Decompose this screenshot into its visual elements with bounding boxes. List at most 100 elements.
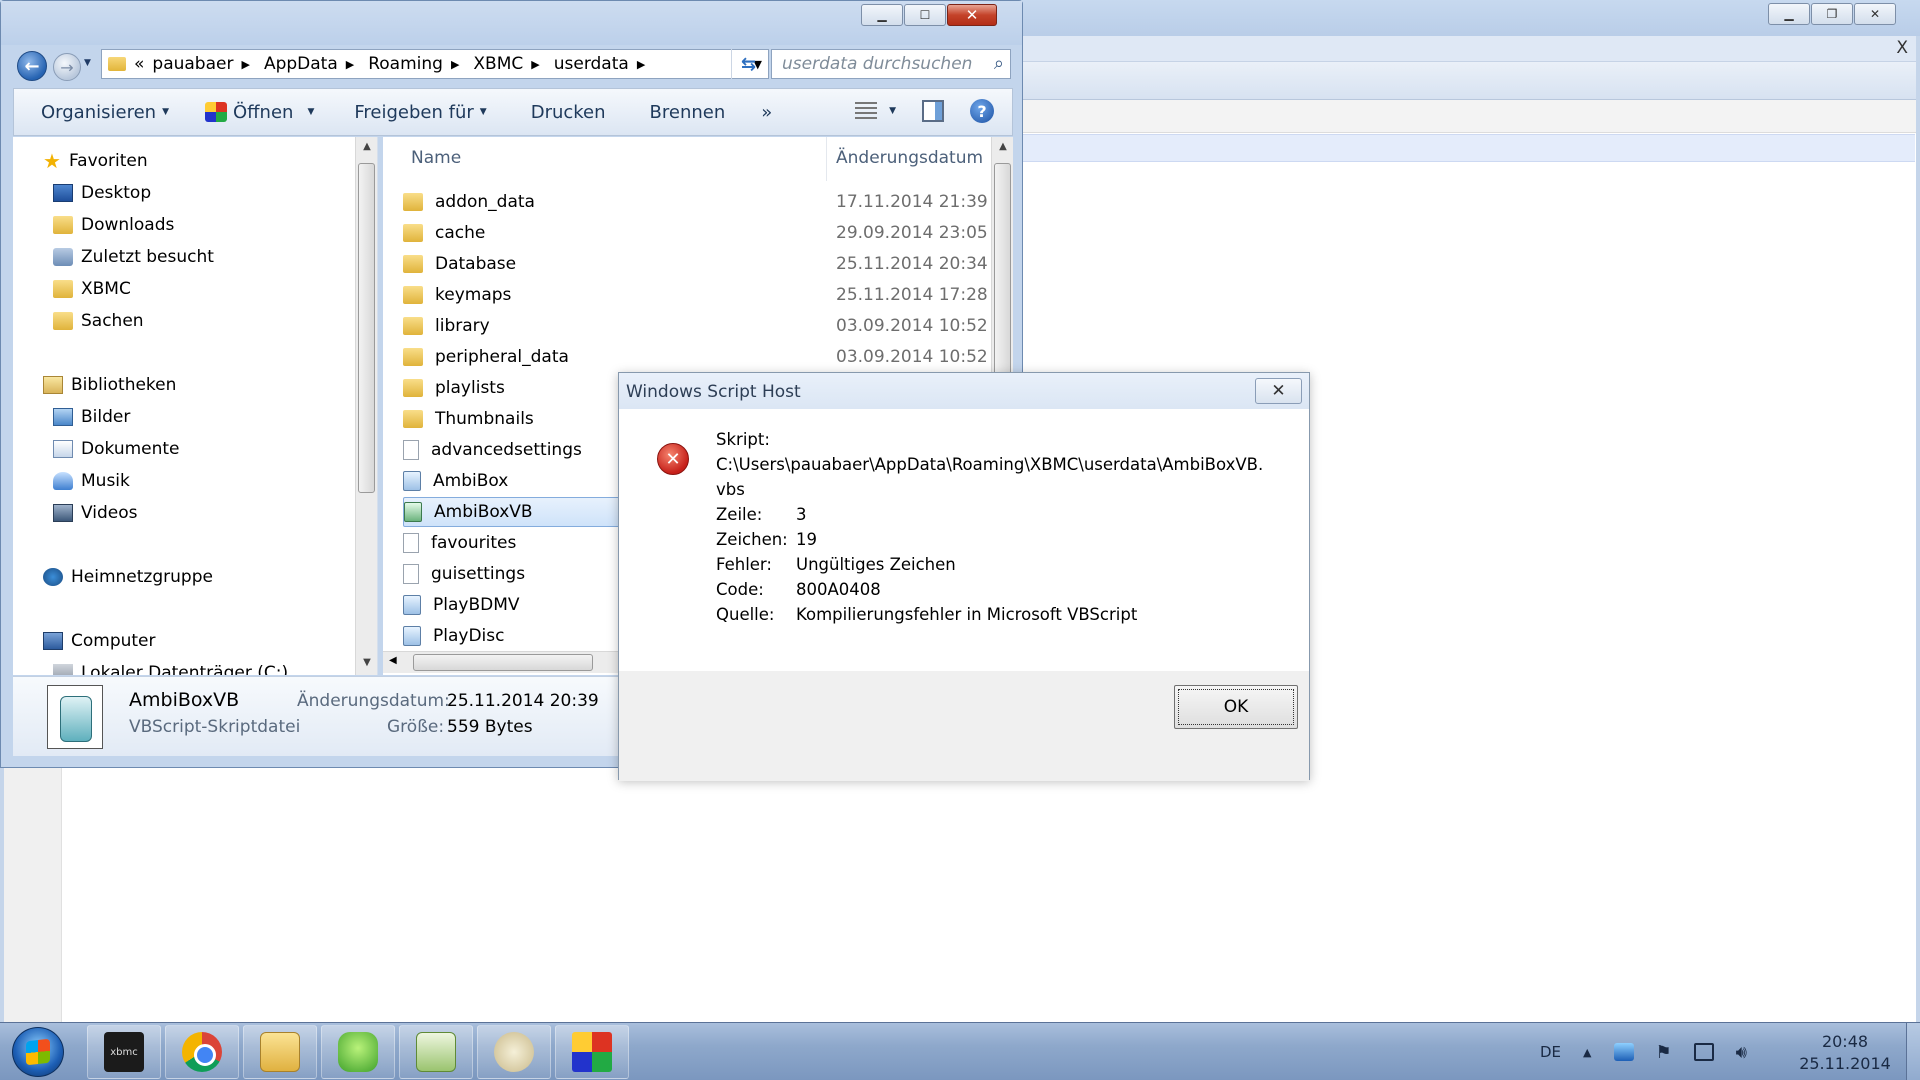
nav-favorites[interactable]: ★ Favoriten <box>43 151 148 171</box>
pictures-icon <box>53 408 73 426</box>
nav-homegroup[interactable]: Heimnetzgruppe <box>43 567 213 587</box>
share-menu[interactable]: Freigeben für ▼ <box>354 102 486 123</box>
scrollbar-thumb[interactable] <box>358 163 375 493</box>
explorer-close-button[interactable]: ✕ <box>947 4 997 26</box>
back-button[interactable]: ← <box>17 51 47 81</box>
script-path: C:\Users\pauabaer\AppData\Roaming\XBMC\u… <box>716 455 1264 474</box>
chevron-down-icon: ▼ <box>162 107 169 117</box>
nav-desktop[interactable]: Desktop <box>53 183 151 203</box>
taskbar-green-app[interactable] <box>321 1025 395 1079</box>
nav-pictures[interactable]: Bilder <box>53 407 130 427</box>
folder-icon <box>403 379 423 397</box>
forward-button[interactable]: → <box>53 53 81 81</box>
change-view-button[interactable]: ▼ <box>855 102 896 120</box>
nav-computer[interactable]: Computer <box>43 631 156 651</box>
breadcrumb-item[interactable]: userdata <box>554 54 629 74</box>
scroll-up-arrow-icon[interactable]: ▲ <box>356 141 377 152</box>
file-row[interactable]: keymaps 25.11.2014 17:28 <box>403 280 993 310</box>
burn-button[interactable]: Brennen <box>650 102 726 123</box>
details-size-value: 559 Bytes <box>447 717 533 737</box>
address-bar[interactable]: « pauabaer ▶ AppData ▶ Roaming ▶ XBMC ▶ … <box>101 49 769 79</box>
dialog-close-button[interactable]: ✕ <box>1255 378 1302 404</box>
taskbar-notepad[interactable] <box>399 1025 473 1079</box>
scroll-left-arrow-icon[interactable]: ◀ <box>389 655 397 666</box>
help-icon[interactable]: ? <box>970 99 994 123</box>
close-document-button[interactable]: X <box>1896 38 1908 58</box>
navigation-pane-scrollbar[interactable]: ▲ ▼ <box>355 137 377 675</box>
action-center-flag-icon[interactable]: ⚑ <box>1656 1042 1672 1063</box>
nav-libraries[interactable]: Bibliotheken <box>43 375 176 395</box>
recent-pages-dropdown-icon[interactable]: ▼ <box>84 58 91 68</box>
explorer-minimize-button[interactable]: ▁ <box>861 4 903 26</box>
close-button[interactable]: ✕ <box>1854 3 1896 25</box>
details-size-label: Größe: <box>387 717 445 737</box>
more-commands-button[interactable]: » <box>761 102 772 123</box>
taskbar-explorer[interactable] <box>243 1025 317 1079</box>
breadcrumb-arrow-icon[interactable]: ▶ <box>241 58 249 71</box>
column-date-header[interactable]: Änderungsdatum <box>836 148 983 168</box>
file-row[interactable]: cache 29.09.2014 23:05 <box>403 218 993 248</box>
scrollbar-thumb[interactable] <box>413 654 593 671</box>
breadcrumb-item[interactable]: pauabaer <box>152 54 233 74</box>
search-icon[interactable]: ⌕ <box>994 53 1004 74</box>
open-menu[interactable]: Öffnen ▼ <box>204 102 314 123</box>
explorer-maximize-button[interactable]: ☐ <box>904 4 946 26</box>
column-divider[interactable] <box>826 137 827 181</box>
nav-music[interactable]: Musik <box>53 471 130 491</box>
nav-xbmc[interactable]: XBMC <box>53 279 131 299</box>
file-name: AmbiBox <box>433 471 509 491</box>
nav-documents[interactable]: Dokumente <box>53 439 180 459</box>
network-icon[interactable] <box>1693 1043 1714 1061</box>
breadcrumb-arrow-icon[interactable]: ▶ <box>346 58 354 71</box>
nav-local-disk[interactable]: Lokaler Datenträger (C:) <box>53 663 288 675</box>
taskbar-chrome[interactable] <box>165 1025 239 1079</box>
ok-button[interactable]: OK <box>1174 685 1298 729</box>
preview-pane-icon[interactable] <box>922 100 944 122</box>
language-indicator[interactable]: DE <box>1540 1043 1561 1061</box>
column-name-header[interactable]: Name <box>411 148 461 168</box>
search-input[interactable]: userdata durchsuchen ⌕ <box>771 49 1011 79</box>
dialog-body: ✕ Skript: C:\Users\pauabaer\AppData\Roam… <box>619 409 1309 671</box>
breadcrumb-item[interactable]: AppData <box>264 54 338 74</box>
error-detail-value: Kompilierungsfehler in Microsoft VBScrip… <box>796 605 1138 624</box>
refresh-button[interactable]: ⇆ <box>731 49 765 79</box>
organize-menu[interactable]: Organisieren ▼ <box>41 102 169 123</box>
nav-videos[interactable]: Videos <box>53 503 138 523</box>
file-date: 17.11.2014 21:39 <box>836 192 988 212</box>
tray-app-icon[interactable] <box>1613 1043 1634 1061</box>
nav-downloads[interactable]: Downloads <box>53 215 174 235</box>
taskbar-ambibox[interactable] <box>555 1025 629 1079</box>
clock[interactable]: 20:48 25.11.2014 <box>1795 1031 1895 1075</box>
taskbar-xbmc[interactable]: xbmc <box>87 1025 161 1079</box>
show-desktop-button[interactable] <box>1906 1023 1920 1080</box>
taskbar-paint[interactable] <box>477 1025 551 1079</box>
start-button[interactable] <box>12 1027 64 1077</box>
nav-sachen[interactable]: Sachen <box>53 311 144 331</box>
details-file-name: AmbiBoxVB <box>129 689 240 711</box>
file-row[interactable]: peripheral_data 03.09.2014 10:52 <box>403 342 993 372</box>
scroll-down-arrow-icon[interactable]: ▼ <box>356 657 377 668</box>
file-date: 03.09.2014 10:52 <box>836 316 988 336</box>
folder-icon <box>403 410 423 428</box>
breadcrumb-arrow-icon[interactable]: ▶ <box>531 58 539 71</box>
breadcrumb-item[interactable]: XBMC <box>473 54 523 74</box>
print-button[interactable]: Drucken <box>531 102 606 123</box>
show-hidden-icons-icon[interactable]: ▲ <box>1583 1046 1591 1059</box>
file-row[interactable]: addon_data 17.11.2014 21:39 <box>403 187 993 217</box>
breadcrumb-arrow-icon[interactable]: ▶ <box>637 58 645 71</box>
vbscript-file-icon <box>47 685 103 749</box>
file-row[interactable]: library 03.09.2014 10:52 <box>403 311 993 341</box>
minimize-button[interactable]: ▁ <box>1768 3 1810 25</box>
restore-button[interactable]: ❐ <box>1811 3 1853 25</box>
scroll-up-arrow-icon[interactable]: ▲ <box>992 141 1013 152</box>
recent-places-icon <box>53 248 73 266</box>
volume-icon[interactable]: 🔊︎ <box>1736 1042 1747 1063</box>
nav-recent[interactable]: Zuletzt besucht <box>53 247 214 267</box>
folder-icon <box>403 193 423 211</box>
navigation-bar: ← → ▼ « pauabaer ▶ AppData ▶ Roaming ▶ X… <box>1 45 1022 85</box>
breadcrumb-overflow[interactable]: « <box>134 54 144 74</box>
breadcrumb-item[interactable]: Roaming <box>368 54 443 74</box>
folder-icon <box>53 280 73 298</box>
file-row[interactable]: Database 25.11.2014 20:34 <box>403 249 993 279</box>
breadcrumb-arrow-icon[interactable]: ▶ <box>451 58 459 71</box>
